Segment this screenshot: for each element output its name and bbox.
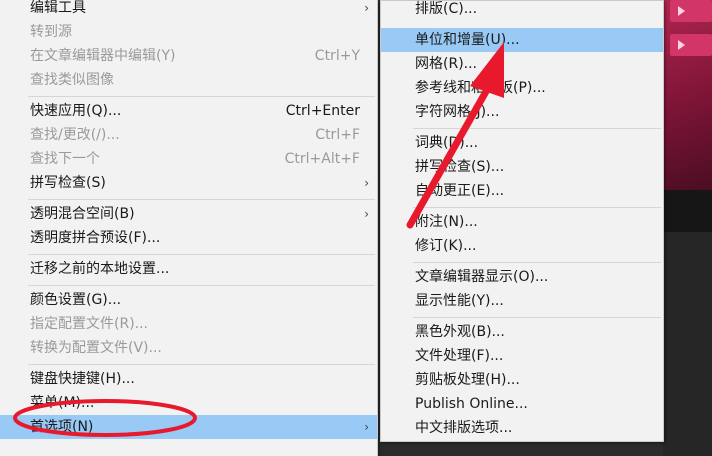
menu-item-label: 修订(K)... (415, 238, 477, 254)
chevron-right-icon: › (364, 176, 369, 190)
menu-separator (28, 96, 375, 97)
menu-item-label: 转到源 (30, 24, 72, 40)
edit-menu: 编辑工具 › 转到源 在文章编辑器中编辑(Y) Ctrl+Y 查找类似图像 快速… (0, 0, 378, 456)
menu-item-preferences[interactable]: 首选项(N) › (0, 415, 377, 439)
menu-item-convert-to-profile[interactable]: 转换为配置文件(V)... (0, 336, 377, 360)
menu-item-label: 网格(R)... (415, 56, 478, 72)
menu-item-label: 键盘快捷键(H)... (30, 371, 135, 387)
play-icon (678, 40, 685, 50)
menu-item-label: 中文排版选项... (415, 420, 513, 436)
menu-item-label: 附注(N)... (415, 214, 478, 230)
menu-item-menus[interactable]: 菜单(M)... (0, 391, 377, 415)
submenu-item-display-performance[interactable]: 显示性能(Y)... (381, 289, 663, 313)
menu-item-find-change[interactable]: 查找/更改(/)... Ctrl+F (0, 123, 377, 147)
menu-item-label: 文件处理(F)... (415, 348, 504, 364)
menu-item-spelling[interactable]: 拼写检查(S) › (0, 171, 377, 195)
menu-item-label: 文章编辑器显示(O)... (415, 269, 549, 285)
menu-item-label: 词典(D)... (415, 135, 479, 151)
submenu-item-grids[interactable]: 网格(R)... (381, 52, 663, 76)
chevron-right-icon: › (364, 1, 369, 15)
menu-item-find-similar-image[interactable]: 查找类似图像 (0, 68, 377, 92)
submenu-item-clipboard-handling[interactable]: 剪贴板处理(H)... (381, 368, 663, 392)
menu-item-label: 自动更正(E)... (415, 183, 505, 199)
menu-item-label: 菜单(M)... (30, 395, 95, 411)
menu-item-label: 透明混合空间(B) (30, 206, 135, 222)
menu-item-label: 黑色外观(B)... (415, 324, 505, 340)
menu-item-migrate-settings[interactable]: 迁移之前的本地设置... (0, 257, 377, 281)
menu-item-label: 查找类似图像 (30, 72, 114, 88)
menu-item-label: 显示性能(Y)... (415, 293, 504, 309)
menu-item-go-to-source[interactable]: 转到源 (0, 20, 377, 44)
submenu-item-cjk-composition-options[interactable]: 中文排版选项... (381, 416, 663, 440)
menu-item-label: 快速应用(Q)... (30, 103, 122, 119)
submenu-item-file-handling[interactable]: 文件处理(F)... (381, 344, 663, 368)
menu-item-shortcut: Ctrl+Enter (285, 103, 360, 119)
menu-item-edit-in-story-editor[interactable]: 在文章编辑器中编辑(Y) Ctrl+Y (0, 44, 377, 68)
chevron-right-icon: › (364, 207, 369, 221)
menu-item-quick-apply[interactable]: 快速应用(Q)... Ctrl+Enter (0, 99, 377, 123)
menu-item-label: 颜色设置(G)... (30, 292, 122, 308)
menu-item-label: 查找/更改(/)... (30, 127, 120, 143)
menu-item-label: 首选项(N) (30, 419, 94, 435)
menu-item-label: 拼写检查(S) (30, 175, 106, 191)
play-icon (678, 6, 685, 16)
menu-item-label: Publish Online... (415, 396, 528, 412)
submenu-item-character-grid[interactable]: 字符网格(J)... (381, 100, 663, 124)
menu-item-shortcut: Ctrl+Y (314, 48, 360, 64)
preferences-submenu: 排版(C)... 单位和增量(U)... 网格(R)... 参考线和粘贴板(P)… (380, 0, 664, 442)
background-strip (663, 190, 712, 232)
play-button[interactable] (670, 34, 712, 56)
submenu-item-guides-pasteboard[interactable]: 参考线和粘贴板(P)... (381, 76, 663, 100)
menu-separator (28, 285, 375, 286)
submenu-item-autocorrect[interactable]: 自动更正(E)... (381, 179, 663, 203)
menu-item-label: 指定配置文件(R)... (30, 316, 149, 332)
submenu-item-track-changes[interactable]: 修订(K)... (381, 234, 663, 258)
submenu-item-appearance-of-black[interactable]: 黑色外观(B)... (381, 320, 663, 344)
menu-item-label: 参考线和粘贴板(P)... (415, 80, 546, 96)
menu-item-label: 剪贴板处理(H)... (415, 372, 520, 388)
menu-item-find-next[interactable]: 查找下一个 Ctrl+Alt+F (0, 147, 377, 171)
submenu-item-spelling[interactable]: 拼写检查(S)... (381, 155, 663, 179)
play-button[interactable] (670, 0, 712, 22)
menu-separator (28, 199, 375, 200)
menu-item-label: 单位和增量(U)... (415, 32, 520, 48)
menu-separator (28, 254, 375, 255)
menu-item-flattener-presets[interactable]: 透明度拼合预设(F)... (0, 226, 377, 250)
submenu-item-notes[interactable]: 附注(N)... (381, 210, 663, 234)
submenu-item-story-editor-display[interactable]: 文章编辑器显示(O)... (381, 265, 663, 289)
menu-item-label: 在文章编辑器中编辑(Y) (30, 48, 176, 64)
menu-item-label: 转换为配置文件(V)... (30, 340, 162, 356)
submenu-item-dictionary[interactable]: 词典(D)... (381, 131, 663, 155)
submenu-item-units-increments[interactable]: 单位和增量(U)... (381, 28, 663, 52)
menu-item-shortcut: Ctrl+Alt+F (284, 151, 360, 167)
chevron-right-icon: › (364, 420, 369, 434)
menu-item-assign-profiles[interactable]: 指定配置文件(R)... (0, 312, 377, 336)
menu-separator (413, 317, 661, 318)
menu-separator (413, 207, 661, 208)
menu-item-label: 查找下一个 (30, 151, 100, 167)
menu-item-keyboard-shortcuts[interactable]: 键盘快捷键(H)... (0, 367, 377, 391)
menu-separator (413, 128, 661, 129)
menu-item-shortcut: Ctrl+F (315, 127, 360, 143)
menu-item-color-settings[interactable]: 颜色设置(G)... (0, 288, 377, 312)
background-panel-lower (663, 232, 712, 456)
background-panel (663, 0, 712, 190)
menu-item-label: 透明度拼合预设(F)... (30, 230, 161, 246)
menu-item-label: 排版(C)... (415, 1, 478, 17)
menu-item-transparency-blend-space[interactable]: 透明混合空间(B) › (0, 202, 377, 226)
menu-item-edit-tools[interactable]: 编辑工具 › (0, 0, 377, 20)
submenu-item-composition[interactable]: 排版(C)... (381, 0, 663, 21)
menu-item-label: 编辑工具 (30, 0, 86, 16)
menu-item-label: 字符网格(J)... (415, 104, 500, 120)
menu-item-label: 拼写检查(S)... (415, 159, 505, 175)
menu-item-label: 迁移之前的本地设置... (30, 261, 170, 277)
menu-separator (413, 262, 661, 263)
submenu-item-publish-online[interactable]: Publish Online... (381, 392, 663, 416)
menu-separator (28, 364, 375, 365)
